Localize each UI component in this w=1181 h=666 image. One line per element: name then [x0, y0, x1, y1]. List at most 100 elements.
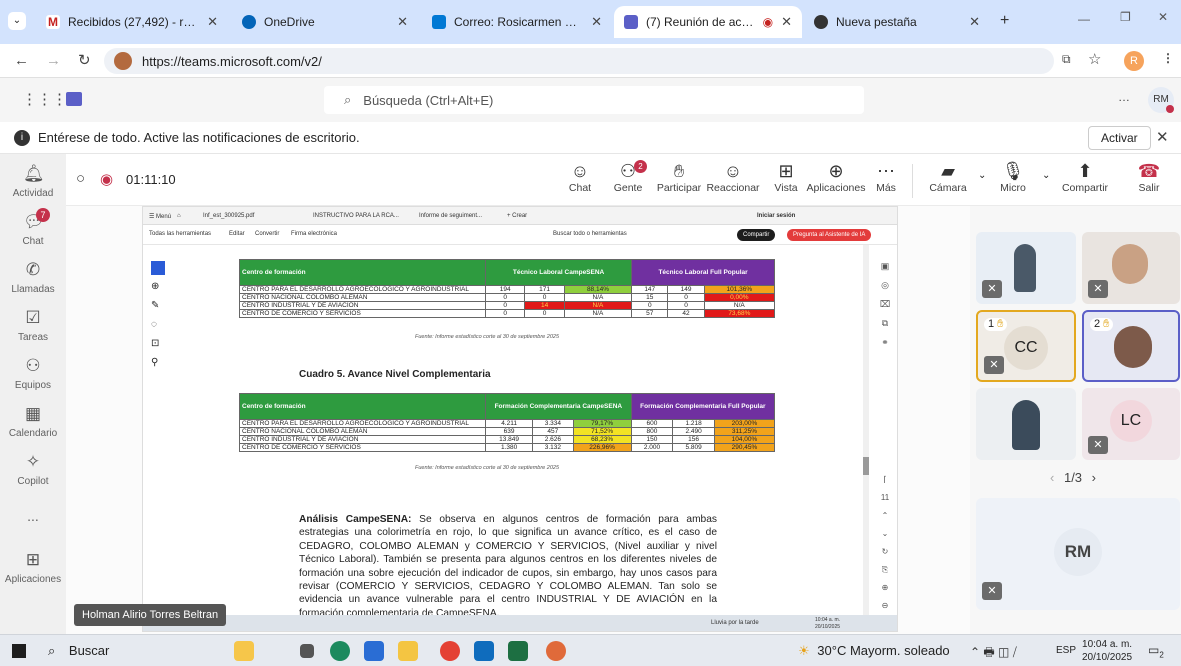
tab-search-icon[interactable]: ⌄ — [8, 12, 26, 30]
excel-icon[interactable] — [508, 641, 528, 661]
search-input[interactable]: ⌕ Búsqueda (Ctrl+Alt+E) — [324, 86, 864, 114]
close-icon[interactable]: ✕ — [591, 14, 602, 30]
clock[interactable]: 10:04 a. m. 20/10/2025 — [1082, 638, 1132, 664]
camera-options-chevron-icon[interactable]: ⌄ — [978, 170, 986, 181]
rail-calls[interactable]: ✆ Llamadas — [0, 260, 66, 295]
participant-tile[interactable]: LC ✕ — [1082, 388, 1180, 460]
task-view-icon[interactable] — [300, 644, 314, 658]
language-indicator[interactable]: ESP — [1056, 645, 1076, 656]
pdf-share-button[interactable]: Compartir — [737, 229, 776, 241]
people-button[interactable]: ⚇ Gente 2 — [608, 160, 648, 194]
participant-tile[interactable]: ✕ — [976, 232, 1076, 304]
close-icon[interactable]: ✕ — [781, 14, 792, 30]
tab-gmail[interactable]: M Recibidos (27,492) - rosicarm ✕ — [36, 6, 228, 38]
close-icon[interactable]: ✕ — [969, 14, 980, 30]
pdf-scrollbar[interactable] — [863, 245, 869, 631]
view-button[interactable]: ⊞ Vista — [766, 160, 806, 194]
file-explorer-icon[interactable] — [398, 641, 418, 661]
participant-tile[interactable]: ✕ — [1082, 232, 1180, 304]
pager-prev-icon[interactable]: ‹ — [1050, 470, 1054, 485]
close-notification-icon[interactable]: ✕ — [1156, 128, 1169, 146]
table-row: CENTRO DE COMERCIO Y SERVICIOS 0 0 N/A 5… — [239, 309, 776, 318]
new-tab-button[interactable]: + — [1000, 12, 1009, 30]
activate-notifications-button[interactable]: Activar — [1088, 126, 1151, 150]
participant-avatar: CC — [1004, 326, 1048, 370]
forward-icon[interactable]: → — [46, 52, 61, 69]
rail-apps[interactable]: ⊞ Aplicaciones — [0, 550, 66, 585]
pager-next-icon[interactable]: › — [1092, 470, 1096, 485]
inner-taskbar: Lluvia por la tarde 10:04 a. m. 20/10/20… — [143, 615, 897, 631]
app-launcher-icon[interactable]: ⋮⋮⋮ — [22, 90, 67, 108]
stamp-tool-icon[interactable]: ⚲ — [151, 357, 167, 368]
browser-menu-icon[interactable]: ⋮ — [1162, 51, 1174, 65]
share-button[interactable]: ⬆ Compartir — [1060, 160, 1110, 194]
site-info-icon[interactable] — [114, 52, 132, 70]
pdf-tab-new[interactable]: + Crear — [507, 213, 527, 219]
taskbar-search[interactable]: ⌕ Buscar — [48, 643, 109, 659]
weather-widget[interactable]: ☀ 30°C Mayorm. soleado — [798, 643, 950, 659]
camera-button[interactable]: ▰ Cámara — [928, 160, 968, 194]
pdf-tab-1[interactable]: Inf_est_300925.pdf — [203, 213, 254, 219]
apps-button[interactable]: ⊕ Aplicaciones — [806, 160, 866, 194]
close-icon[interactable]: ✕ — [397, 14, 408, 30]
pdf-tab-3[interactable]: Informe de seguiment... — [419, 213, 482, 219]
windows-start-icon[interactable] — [12, 644, 26, 658]
outlook-icon[interactable] — [474, 641, 494, 661]
tray-icons[interactable]: ⌃ 🖶︎ ◫ ⧸ — [970, 643, 1017, 664]
zoom-tool-icon[interactable]: ⊕ — [151, 281, 167, 292]
search-icon: ⌕ — [344, 92, 352, 107]
tab-onedrive[interactable]: OneDrive ✕ — [232, 6, 418, 38]
rail-calendar[interactable]: ▦ Calendario — [0, 404, 66, 439]
bookmark-star-icon[interactable]: ☆ — [1088, 50, 1101, 68]
participant-tile[interactable]: 1 ✋︎ CC ✕ — [976, 310, 1076, 382]
chrome-profile-icon[interactable] — [546, 641, 566, 661]
url-field[interactable]: https://teams.microsoft.com/v2/ — [104, 48, 1054, 74]
minimize-icon[interactable]: — — [1078, 12, 1090, 26]
pdf-menu[interactable]: ☰ Menú — [149, 213, 171, 220]
pdf-tab-2[interactable]: INSTRUCTIVO PARA LA RCA... — [313, 213, 399, 219]
window-close-icon[interactable]: ✕ — [1158, 10, 1168, 24]
rail-teams[interactable]: ⚇ Equipos — [0, 356, 66, 391]
chat-button[interactable]: ☺ Chat — [560, 160, 600, 194]
store-icon[interactable] — [364, 641, 384, 661]
chrome-icon[interactable] — [440, 641, 460, 661]
toolbar-divider — [912, 164, 913, 198]
raise-hand-icon: ✋︎ — [994, 318, 1004, 330]
participant-tile[interactable] — [976, 388, 1076, 460]
edge-icon[interactable] — [330, 641, 350, 661]
mic-button[interactable]: 🎙︎ Micro — [996, 160, 1030, 194]
settings-more-icon[interactable]: … — [1118, 90, 1130, 104]
text-tool-icon[interactable]: ⊡ — [151, 338, 167, 349]
maximize-icon[interactable]: ❐ — [1120, 10, 1131, 24]
cursor-tool-icon[interactable] — [151, 261, 165, 275]
close-icon[interactable]: ✕ — [207, 14, 218, 30]
profile-avatar[interactable]: R — [1124, 51, 1144, 71]
notification-center-icon[interactable]: ▭2 — [1148, 643, 1164, 659]
analysis-paragraph: Análisis CampeSENA: Se observa en alguno… — [299, 514, 717, 619]
rail-activity[interactable]: 🔔︎ Actividad — [0, 164, 66, 199]
widgets-icon[interactable] — [234, 641, 254, 661]
pen-tool-icon[interactable]: ✎ — [151, 300, 167, 311]
participant-tile[interactable]: 2 ✋︎ — [1082, 310, 1180, 382]
rail-tasks[interactable]: ☑ Tareas — [0, 308, 66, 343]
lasso-tool-icon[interactable]: ◌ — [151, 319, 167, 330]
rail-more[interactable]: ... — [0, 508, 66, 524]
ai-assistant-button[interactable]: Pregunta al Asistente de IA — [787, 229, 872, 241]
reload-icon[interactable]: ↻ — [78, 51, 91, 69]
mic-options-chevron-icon[interactable]: ⌄ — [1042, 170, 1050, 181]
back-icon[interactable]: ← — [14, 52, 29, 69]
leave-button[interactable]: ☎ Salir — [1134, 160, 1164, 194]
tab-new-tab[interactable]: Nueva pestaña ✕ — [804, 6, 990, 38]
raise-hand-button[interactable]: ✋︎ Participar — [654, 160, 704, 194]
tab-teams-meeting[interactable]: (7) Reunión de acompañ ◉ ✕ — [614, 6, 802, 38]
pdf-scroll-thumb[interactable] — [863, 457, 869, 475]
self-view-tile[interactable]: RM ✕ — [976, 498, 1180, 610]
rail-copilot[interactable]: ✧ Copilot — [0, 452, 66, 487]
install-app-icon[interactable]: ⧉ — [1062, 52, 1071, 67]
tab-outlook[interactable]: Correo: Rosicarmen Barraza ✕ — [422, 6, 612, 38]
home-icon[interactable]: ⌂ — [177, 213, 181, 219]
more-button[interactable]: ⋯ Más — [874, 160, 898, 194]
rail-chat[interactable]: 💬︎ Chat 7 — [0, 208, 66, 247]
pdf-sign-in[interactable]: Iniciar sesión — [757, 213, 795, 219]
react-button[interactable]: ☺ Reaccionar — [706, 160, 760, 194]
